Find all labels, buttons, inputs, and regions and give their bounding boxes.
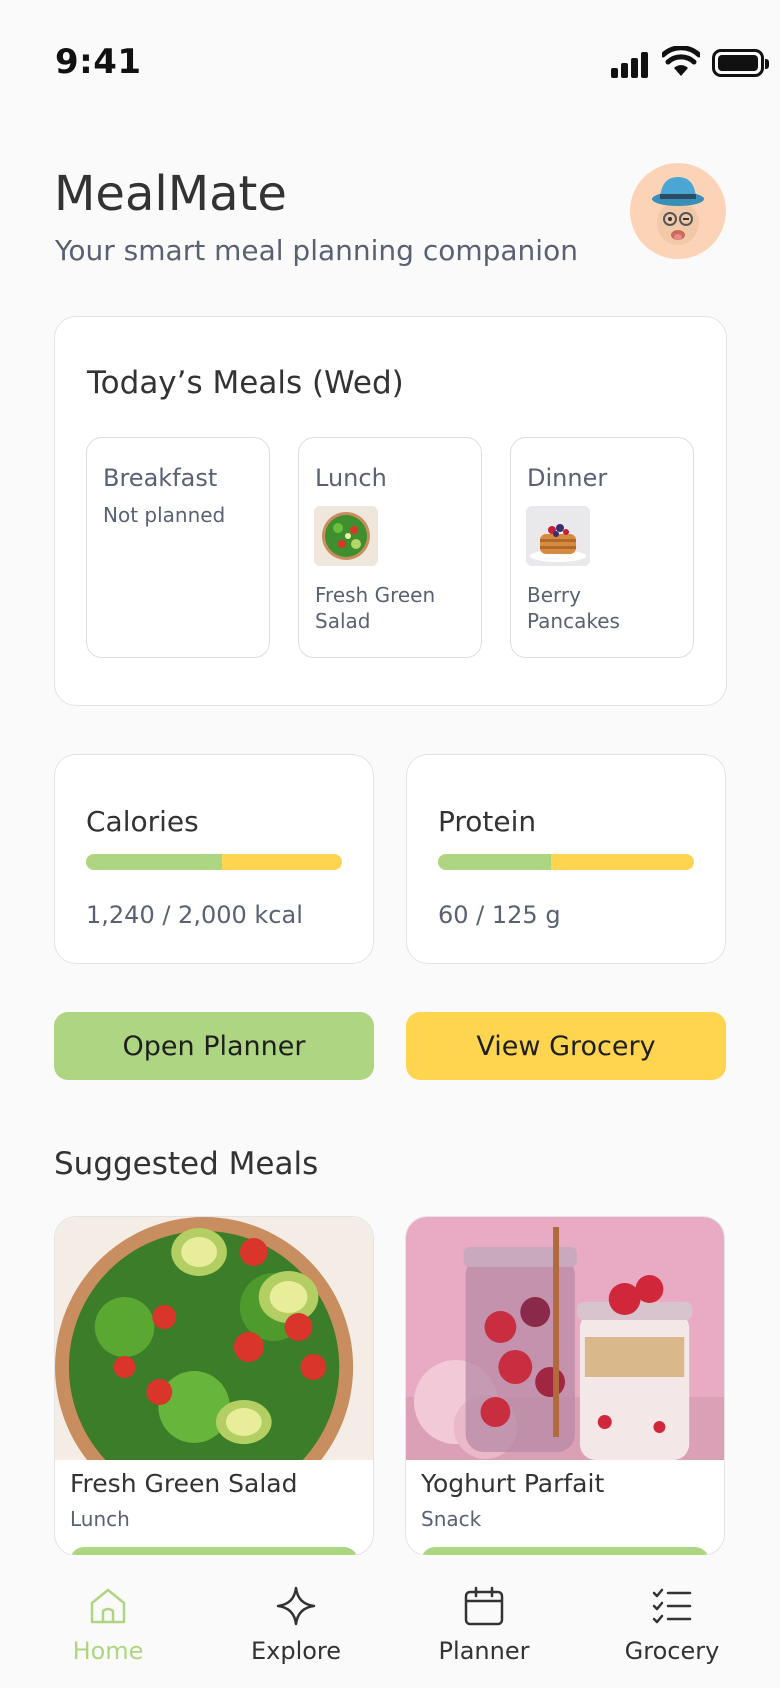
stat-value: 1,240 / 2,000 kcal [86, 901, 303, 929]
tab-label: Planner [438, 1637, 530, 1665]
calories-progress-bar [86, 854, 342, 870]
sparkle-icon [276, 1586, 316, 1626]
meal-slot-lunch[interactable]: Lunch Fresh Green Salad [298, 437, 482, 658]
avatar[interactable] [630, 163, 726, 259]
app-title: MealMate [54, 166, 287, 222]
suggested-meal-type: Snack [421, 1507, 482, 1531]
status-time: 9:41 [55, 42, 142, 82]
open-planner-button[interactable]: Open Planner [54, 1012, 374, 1080]
suggested-meal-type: Lunch [70, 1507, 130, 1531]
meal-label: Breakfast [103, 464, 218, 492]
parfait-image [406, 1217, 724, 1460]
avatar-memoji-icon [652, 177, 704, 245]
tab-bar: Home Explore Planner Grocery [0, 1555, 780, 1688]
tab-label: Explore [250, 1637, 342, 1665]
meal-label: Lunch [315, 464, 387, 492]
calories-card: Calories 1,240 / 2,000 kcal [54, 754, 374, 964]
checklist-icon [652, 1588, 692, 1624]
status-bar: 9:41 [0, 0, 780, 130]
home-icon [90, 1588, 126, 1624]
meal-slot-breakfast[interactable]: Breakfast Not planned [86, 437, 270, 658]
tab-planner[interactable]: Planner [404, 1585, 564, 1685]
todays-meals-card: Today’s Meals (Wed) Breakfast Not planne… [54, 316, 727, 706]
suggested-meal-card[interactable]: Fresh Green Salad Lunch [54, 1216, 374, 1556]
stat-title: Calories [86, 805, 199, 838]
meal-dish-name: Berry Pancakes [527, 583, 620, 633]
suggested-meals-title: Suggested Meals [54, 1146, 319, 1182]
tab-label: Grocery [624, 1637, 720, 1665]
suggested-meal-name: Fresh Green Salad [70, 1469, 298, 1498]
view-grocery-button[interactable]: View Grocery [406, 1012, 726, 1080]
protein-card: Protein 60 / 125 g [406, 754, 726, 964]
calendar-icon [464, 1586, 504, 1626]
meal-dish-name: Fresh Green Salad [315, 583, 436, 633]
stat-title: Protein [438, 805, 537, 838]
meal-slot-dinner[interactable]: Dinner Berry Pancakes [510, 437, 694, 658]
app-subtitle: Your smart meal planning companion [55, 234, 578, 267]
tab-label: Home [72, 1637, 144, 1665]
stat-value: 60 / 125 g [438, 901, 561, 929]
meal-status: Not planned [103, 503, 226, 527]
salad-image [55, 1217, 373, 1460]
tab-home[interactable]: Home [28, 1585, 188, 1685]
tab-grocery[interactable]: Grocery [592, 1585, 752, 1685]
progress-fill [438, 854, 551, 870]
todays-meals-title: Today’s Meals (Wed) [87, 365, 404, 401]
suggested-meal-card[interactable]: Yoghurt Parfait Snack [405, 1216, 725, 1556]
protein-progress-bar [438, 854, 694, 870]
tab-explore[interactable]: Explore [216, 1585, 376, 1685]
progress-fill [86, 854, 222, 870]
pancakes-thumbnail [526, 506, 590, 566]
battery-icon [712, 49, 769, 77]
suggested-meal-name: Yoghurt Parfait [421, 1469, 605, 1498]
meal-label: Dinner [527, 464, 608, 492]
signal-icon [611, 50, 651, 78]
wifi-icon [662, 46, 700, 76]
salad-thumbnail [314, 506, 378, 566]
